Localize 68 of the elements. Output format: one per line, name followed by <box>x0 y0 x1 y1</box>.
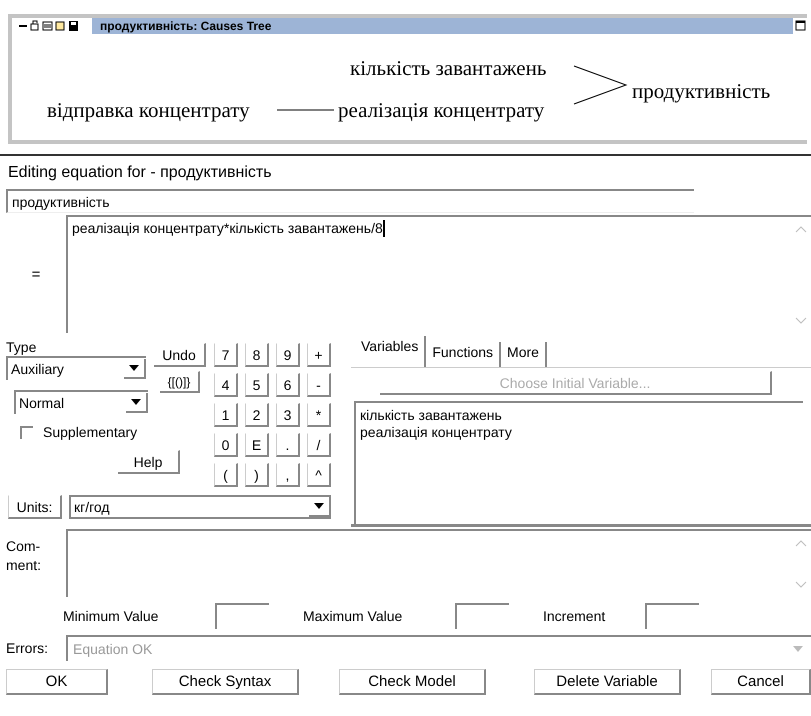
keypad-key[interactable]: , <box>276 463 300 487</box>
keypad-key[interactable]: 2 <box>245 403 269 427</box>
undo-button[interactable]: Undo <box>154 343 206 367</box>
tab[interactable]: More <box>501 342 547 367</box>
keypad-key[interactable]: ( <box>214 463 238 487</box>
maximum-value-field[interactable] <box>455 603 509 629</box>
keypad-key[interactable]: 1 <box>214 403 238 427</box>
variable-item[interactable]: реалізація концентрату <box>360 424 799 441</box>
keypad-key[interactable]: 9 <box>276 343 300 367</box>
equals-label: = <box>30 266 42 282</box>
type-label: Type <box>6 339 38 355</box>
keypad-key[interactable]: ^ <box>307 463 331 487</box>
dropdown-arrow-icon[interactable] <box>129 365 139 371</box>
units-dropdown[interactable]: кг/год <box>69 495 331 519</box>
brackets-button[interactable]: {[()]} <box>160 371 200 393</box>
scroll-up-icon[interactable] <box>795 539 807 547</box>
dialog-button[interactable]: Check Model <box>339 669 486 695</box>
keypad-key[interactable]: * <box>307 403 331 427</box>
scroll-up-icon[interactable] <box>795 225 807 233</box>
tree-node[interactable]: продуктивність <box>632 79 770 103</box>
comment-label: Com- ment: <box>6 537 42 575</box>
dialog-button[interactable]: Delete Variable <box>534 669 681 695</box>
subtype-dropdown[interactable]: Normal <box>14 390 148 414</box>
keypad-key[interactable]: / <box>307 433 331 457</box>
variable-item[interactable]: кількість завантажень <box>360 407 799 424</box>
maximize-icon[interactable] <box>795 20 807 32</box>
help-button[interactable]: Help <box>118 450 180 474</box>
equation-field[interactable]: реалізація концентрату*кількість завантажень/8 <box>66 215 791 333</box>
checkbox-label: Supplementary <box>43 424 138 440</box>
dialog-button[interactable]: Check Syntax <box>152 669 299 695</box>
keypad-key[interactable]: . <box>276 433 300 457</box>
window-title: продуктивність: Causes Tree <box>92 18 793 34</box>
dialog-title: Editing equation for - продуктивність <box>8 164 273 182</box>
keypad-key[interactable]: 5 <box>245 373 269 397</box>
errors-label: Errors: <box>6 640 49 656</box>
dropdown-arrow-icon[interactable] <box>314 503 324 509</box>
tab[interactable]: Variables <box>355 336 426 367</box>
keypad-key[interactable]: 3 <box>276 403 300 427</box>
minimum-value-field[interactable] <box>215 603 269 629</box>
variable-name-field[interactable]: продуктивність <box>6 189 694 213</box>
comment-field[interactable] <box>66 529 791 597</box>
tree-node[interactable]: реалізація концентрату <box>338 98 544 122</box>
keypad-key[interactable]: 6 <box>276 373 300 397</box>
scroll-down-icon[interactable] <box>795 581 807 589</box>
keypad-key[interactable]: 0 <box>214 433 238 457</box>
keypad-key[interactable]: 8 <box>245 343 269 367</box>
dialog-button[interactable]: OK <box>6 669 108 695</box>
tab[interactable]: Functions <box>426 342 502 367</box>
maximum-value-label: Maximum Value <box>303 608 404 624</box>
dropdown-arrow-icon[interactable] <box>131 399 141 405</box>
keypad-key[interactable]: 4 <box>214 373 238 397</box>
keypad-key[interactable]: + <box>307 343 331 367</box>
scroll-down-icon[interactable] <box>795 317 807 325</box>
errors-field: Equation OK <box>66 635 811 661</box>
minimum-value-label: Minimum Value <box>63 608 160 624</box>
dropdown-icon[interactable] <box>793 646 803 652</box>
connector-line <box>574 66 628 104</box>
keypad-key[interactable]: - <box>307 373 331 397</box>
keypad-key[interactable]: E <box>245 433 269 457</box>
increment-label: Increment <box>543 608 606 624</box>
keypad-key[interactable]: 7 <box>214 343 238 367</box>
tree-node[interactable]: кількість завантажень <box>350 56 546 80</box>
increment-field[interactable] <box>645 603 699 629</box>
dialog-button[interactable]: Cancel <box>711 669 811 695</box>
tree-node[interactable]: відправка концентрату <box>47 98 250 122</box>
keypad-key[interactable]: ) <box>245 463 269 487</box>
units-button[interactable]: Units: <box>8 495 62 519</box>
type-dropdown[interactable]: Auxiliary <box>6 356 146 380</box>
